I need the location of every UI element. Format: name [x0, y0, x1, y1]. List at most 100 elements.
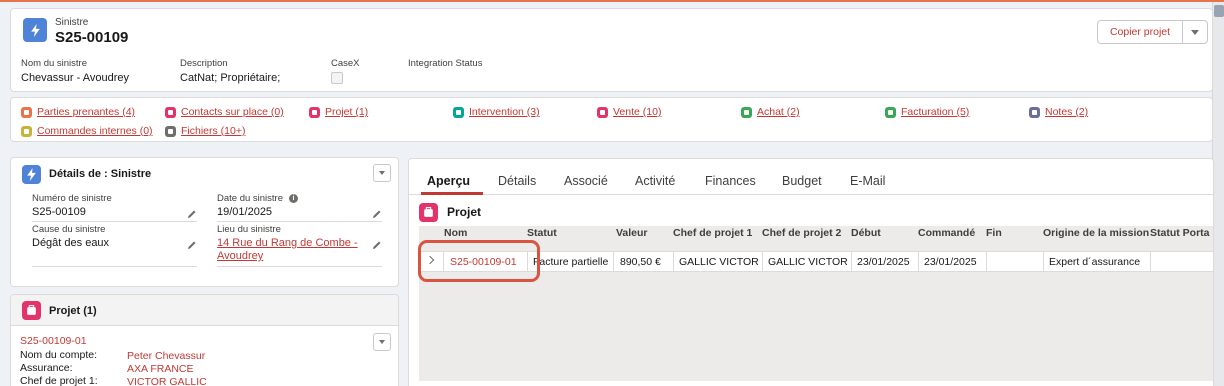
- copy-project-button[interactable]: Copier projet: [1097, 20, 1183, 44]
- field-nom-sinistre: Nom du sinistre Chevassur - Avoudrey: [21, 58, 129, 84]
- cell-commande: 23/01/2025: [924, 256, 977, 268]
- related-link-parties-prenantes[interactable]: Parties prenantes (4): [21, 106, 135, 118]
- column-header-debut[interactable]: Début: [851, 227, 881, 239]
- field-label: CaseX: [331, 58, 360, 69]
- tab-details[interactable]: Détails: [498, 174, 536, 188]
- edit-pencil-icon[interactable]: [187, 209, 197, 219]
- field-cause-sinistre: Cause du sinistre Dégât des eaux: [32, 224, 197, 267]
- column-header-origine[interactable]: Origine de la mission: [1043, 227, 1149, 239]
- field-value: Chevassur - Avoudrey: [21, 72, 130, 84]
- record-title: S25-00109: [55, 29, 129, 46]
- field-integration-status: Integration Status: [408, 58, 482, 69]
- cell-chef-projet-2: GALLIC VICTOR: [768, 256, 848, 268]
- related-link-label: Intervention (3): [469, 106, 540, 118]
- commandes-internes-icon: [21, 125, 32, 137]
- account-link[interactable]: Peter Chevassur: [127, 350, 205, 363]
- projet-related-card: Projet (1) S25-00109-01 Nom du compte: P…: [10, 294, 399, 386]
- cell-statut: Facture partielle: [533, 256, 609, 268]
- column-divider: [1150, 251, 1151, 272]
- tab-finances[interactable]: Finances: [705, 174, 756, 188]
- related-link-label: Achat (2): [757, 106, 800, 118]
- column-header-commande[interactable]: Commandé: [918, 227, 975, 239]
- record-header: Sinistre S25-00109 Copier projet Nom du …: [10, 8, 1213, 92]
- column-divider: [762, 251, 763, 272]
- field-label: Description: [180, 58, 228, 69]
- active-tab-indicator: [421, 192, 483, 195]
- field-label-row: Date du sinistre i: [217, 193, 382, 204]
- related-link-facturation[interactable]: Facturation (5): [885, 106, 969, 118]
- contacts-icon: [165, 106, 176, 118]
- projet-row-menu-button[interactable]: [373, 333, 391, 351]
- parties-prenantes-icon: [21, 106, 32, 118]
- related-link-fichiers[interactable]: Fichiers (10+): [165, 125, 245, 137]
- info-icon[interactable]: i: [289, 194, 299, 203]
- insurance-link[interactable]: AXA FRANCE: [127, 363, 194, 376]
- cell-chef-projet-1: GALLIC VICTOR: [679, 256, 759, 268]
- related-link-vente[interactable]: Vente (10): [597, 106, 661, 118]
- related-link-intervention[interactable]: Intervention (3): [453, 106, 540, 118]
- related-link-achat[interactable]: Achat (2): [741, 106, 800, 118]
- projet-card-title: Projet (1): [49, 305, 97, 317]
- column-header-statut-portail[interactable]: Statut Porta: [1150, 227, 1210, 239]
- lightning-icon: [23, 18, 47, 42]
- related-links-panel: Parties prenantes (4) Contacts sur place…: [10, 97, 1213, 142]
- edit-pencil-icon[interactable]: [372, 240, 382, 250]
- tab-activite[interactable]: Activité: [635, 174, 675, 188]
- related-link-projet[interactable]: Projet (1): [309, 106, 368, 118]
- casex-checkbox: [331, 72, 343, 84]
- field-label: Lieu du sinistre: [217, 224, 281, 235]
- notes-icon: [1029, 106, 1040, 118]
- projet-icon: [22, 301, 41, 320]
- edit-pencil-icon[interactable]: [187, 240, 197, 250]
- details-menu-button[interactable]: [373, 164, 391, 182]
- facturation-icon: [885, 106, 896, 118]
- related-link-label: Notes (2): [1045, 106, 1089, 118]
- column-header-fin[interactable]: Fin: [986, 227, 1002, 239]
- section-title: Projet: [447, 205, 482, 219]
- field-label: Cause du sinistre: [32, 224, 106, 235]
- tab-associe[interactable]: Associé: [564, 174, 608, 188]
- tab-email[interactable]: E-Mail: [850, 174, 885, 188]
- column-divider: [613, 251, 614, 272]
- tab-budget[interactable]: Budget: [782, 174, 822, 188]
- column-header-valeur[interactable]: Valeur: [616, 227, 648, 239]
- projet-key: Chef de projet 1:: [20, 375, 98, 386]
- column-divider: [918, 251, 919, 272]
- tab-apercu[interactable]: Aperçu: [427, 174, 470, 188]
- related-link-label: Fichiers (10+): [181, 125, 246, 137]
- column-header-chef-projet-1[interactable]: Chef de projet 1: [673, 227, 752, 239]
- related-link-commandes-internes[interactable]: Commandes internes (0): [21, 125, 153, 137]
- related-link-notes[interactable]: Notes (2): [1029, 106, 1088, 118]
- related-link-label: Facturation (5): [901, 106, 970, 118]
- related-link-contacts[interactable]: Contacts sur place (0): [165, 106, 284, 118]
- column-header-statut[interactable]: Statut: [527, 227, 557, 239]
- scrollbar-thumb[interactable]: [1214, 5, 1224, 17]
- field-label: Nom du sinistre: [21, 58, 87, 69]
- tab-bar: Aperçu Détails Associé Activité Finances…: [409, 159, 1213, 195]
- field-description: Description CatNat; Propriétaire;: [180, 58, 280, 84]
- address-link[interactable]: 14 Rue du Rang de Combe - Avoudrey: [217, 237, 362, 263]
- projet-icon: [309, 106, 320, 118]
- field-value: Dégât des eaux: [32, 237, 110, 249]
- actions-dropdown-button[interactable]: [1182, 20, 1208, 44]
- field-label: Date du sinistre: [217, 193, 284, 204]
- related-link-label: Vente (10): [613, 106, 662, 118]
- lightning-icon: [22, 165, 41, 184]
- highlight-annotation: [418, 240, 540, 282]
- projet-key: Assurance:: [20, 362, 73, 374]
- project-manager-link[interactable]: VICTOR GALLIC: [127, 376, 207, 386]
- column-divider: [1043, 251, 1044, 272]
- projet-record-link[interactable]: S25-00109-01: [20, 335, 87, 348]
- fichiers-icon: [165, 125, 176, 137]
- cell-origine: Expert d´assurance: [1049, 256, 1141, 268]
- column-divider: [986, 251, 987, 272]
- field-numero-sinistre: Numéro de sinistre S25-00109: [32, 193, 197, 222]
- cell-debut: 23/01/2025: [857, 256, 910, 268]
- projet-key: Nom du compte:: [20, 349, 98, 361]
- edit-pencil-icon[interactable]: [372, 209, 382, 219]
- chevron-down-icon: [379, 340, 385, 344]
- chevron-down-icon: [379, 171, 385, 175]
- related-link-label: Parties prenantes (4): [37, 106, 136, 118]
- column-header-nom[interactable]: Nom: [444, 227, 467, 239]
- column-header-chef-projet-2[interactable]: Chef de projet 2: [762, 227, 841, 239]
